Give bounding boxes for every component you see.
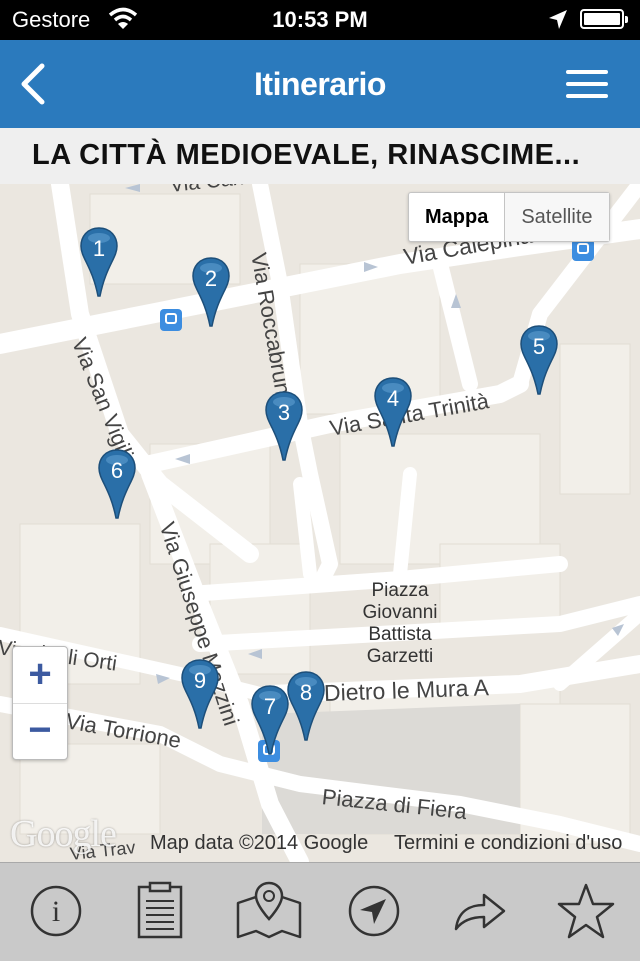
map-pin-6[interactable]: 6 xyxy=(98,448,138,520)
star-icon[interactable] xyxy=(556,881,616,941)
map-pin-1[interactable]: 1 xyxy=(80,226,120,298)
navigation-icon[interactable] xyxy=(344,881,404,941)
map-pin-number: 7 xyxy=(263,694,277,719)
clipboard-icon[interactable] xyxy=(130,881,190,941)
map-pin-number: 3 xyxy=(277,400,291,425)
map-pin-number: 2 xyxy=(204,266,218,291)
zoom-control: + − xyxy=(12,646,68,760)
map-attribution: Map data ©2014 Google xyxy=(150,832,369,854)
terms-link[interactable]: Termini e condizioni d'uso xyxy=(394,832,622,855)
map-pin-number: 8 xyxy=(299,680,313,705)
map-pin-number: 1 xyxy=(92,236,106,261)
place-label-piazza-garzetti: Piazza Giovanni Battista Garzetti xyxy=(362,580,438,667)
location-arrow-icon xyxy=(549,10,567,29)
status-time: 10:53 PM xyxy=(272,7,368,32)
map-view[interactable]: Via Carlo Dora Via Calepina Via Roccabru… xyxy=(0,184,640,862)
map-pin-number: 9 xyxy=(193,668,207,693)
page-title: Itinerario xyxy=(254,66,386,102)
map-pin-4[interactable]: 4 xyxy=(374,376,414,448)
street-label-dietro: Dietro le Mura A xyxy=(323,674,490,706)
hamburger-menu-icon[interactable] xyxy=(566,68,610,100)
map-type-mappa-button[interactable]: Mappa xyxy=(409,193,504,241)
battery-icon xyxy=(580,9,628,29)
bottom-toolbar: i xyxy=(0,862,640,961)
map-pin-5[interactable]: 5 xyxy=(520,324,560,396)
share-icon[interactable] xyxy=(450,881,510,941)
map-pin-8[interactable]: 8 xyxy=(287,670,327,742)
itinerary-title: LA CITTÀ MEDIOEVALE, RINASCIME... xyxy=(32,139,581,171)
map-pin-number: 5 xyxy=(532,334,546,359)
map-pin-9[interactable]: 9 xyxy=(181,658,221,730)
map-pin-2[interactable]: 2 xyxy=(192,256,232,328)
map-pin-icon[interactable] xyxy=(234,881,304,941)
map-type-toggle: Mappa Satellite xyxy=(408,192,610,242)
svg-text:i: i xyxy=(52,895,60,928)
map-pin-number: 4 xyxy=(386,386,400,411)
google-logo: Google xyxy=(10,813,117,855)
map-pin-3[interactable]: 3 xyxy=(265,390,305,462)
itinerary-title-bar: LA CITTÀ MEDIOEVALE, RINASCIME... xyxy=(0,128,640,185)
info-icon[interactable]: i xyxy=(26,881,86,941)
map-pin-7[interactable]: 7 xyxy=(251,684,291,756)
map-type-satellite-button[interactable]: Satellite xyxy=(504,193,609,241)
zoom-out-button[interactable]: − xyxy=(13,703,67,759)
status-bar: Gestore 10:53 PM xyxy=(0,0,640,40)
bus-stop-icon xyxy=(572,239,594,261)
map-pin-number: 6 xyxy=(110,458,124,483)
nav-bar: Itinerario xyxy=(0,40,640,128)
bus-stop-icon xyxy=(160,309,182,331)
zoom-in-button[interactable]: + xyxy=(13,647,67,704)
